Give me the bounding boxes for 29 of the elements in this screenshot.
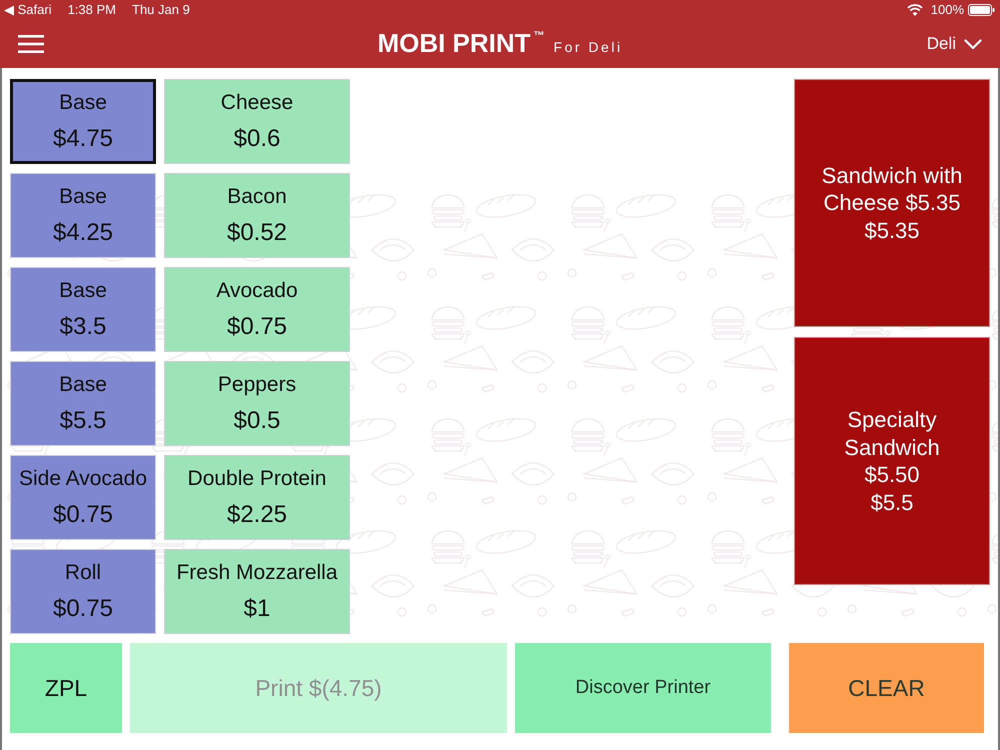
store-dropdown[interactable]: Deli bbox=[926, 31, 982, 57]
base-item-button[interactable]: Base $3.5 bbox=[10, 267, 156, 352]
chevron-down-icon bbox=[964, 38, 982, 50]
app-title: MOBI PRINT$^{™}$ bbox=[377, 30, 545, 56]
base-item-button[interactable]: Base $4.75 bbox=[10, 79, 156, 164]
topping-button[interactable]: Cheese $0.6 bbox=[164, 79, 350, 164]
status-time: 1:38 PM bbox=[68, 1, 116, 20]
menu-button[interactable] bbox=[18, 35, 44, 53]
app-subtitle: For Deli bbox=[554, 38, 623, 57]
topping-button[interactable]: Bacon $0.52 bbox=[164, 173, 350, 258]
clear-button[interactable]: CLEAR bbox=[789, 643, 984, 733]
back-link[interactable]: ◀ Safari bbox=[4, 0, 52, 20]
battery-percent: 100% bbox=[930, 1, 964, 20]
base-item-button[interactable]: Base $5.5 bbox=[10, 361, 156, 446]
sandwich-button[interactable]: Specialty Sandwich $5.50 $5.5 bbox=[794, 337, 990, 585]
base-item-button[interactable]: Base $4.25 bbox=[10, 173, 156, 258]
action-button[interactable]: Discover Printer bbox=[515, 643, 771, 733]
topping-button[interactable]: Double Protein $2.25 bbox=[164, 455, 350, 540]
topping-button[interactable]: Avocado $0.75 bbox=[164, 267, 350, 352]
base-item-button[interactable]: Roll $0.75 bbox=[10, 549, 156, 634]
battery-icon bbox=[968, 4, 995, 16]
topping-button[interactable]: Fresh Mozzarella $1 bbox=[164, 549, 350, 634]
status-date: Thu Jan 9 bbox=[132, 1, 190, 20]
action-button[interactable]: ZPL bbox=[10, 643, 122, 733]
base-item-button[interactable]: Side Avocado $0.75 bbox=[10, 455, 156, 540]
topping-button[interactable]: Peppers $0.5 bbox=[164, 361, 350, 446]
wifi-icon bbox=[906, 4, 923, 16]
sandwich-button[interactable]: Sandwich with Cheese $5.35 $5.35 bbox=[794, 79, 990, 327]
menu-icon bbox=[18, 35, 44, 53]
